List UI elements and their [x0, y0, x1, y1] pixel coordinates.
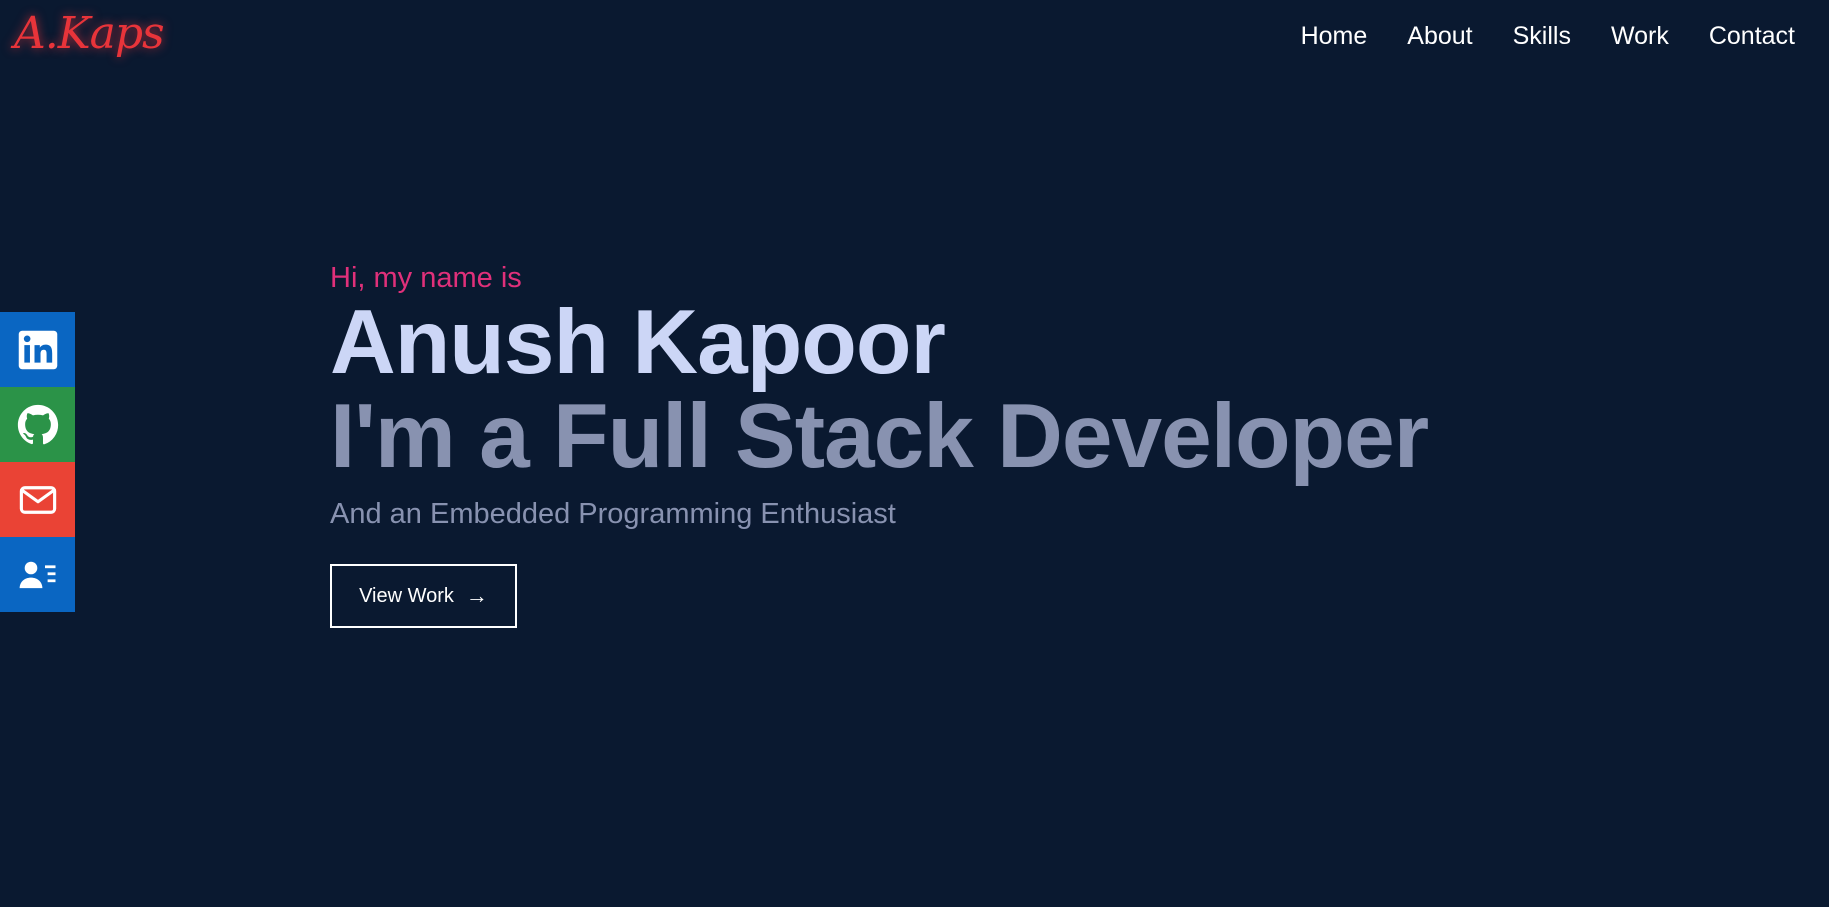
github-icon	[17, 404, 58, 444]
nav-home[interactable]: Home	[1301, 18, 1368, 54]
linkedin-icon	[18, 330, 57, 369]
view-work-button[interactable]: View Work →	[330, 564, 517, 628]
nav-contact[interactable]: Contact	[1709, 18, 1795, 54]
nav-about[interactable]: About	[1407, 18, 1472, 54]
contact-card-icon	[19, 561, 55, 588]
nav-skills[interactable]: Skills	[1513, 18, 1571, 54]
hero-role: I'm a Full Stack Developer	[330, 386, 1429, 487]
nav-work[interactable]: Work	[1611, 18, 1669, 54]
main-nav: Home About Skills Work Contact	[1301, 18, 1795, 54]
site-logo[interactable]: A.Kaps	[14, 4, 165, 64]
github-link[interactable]	[0, 387, 75, 462]
mail-icon	[19, 485, 56, 514]
social-sidebar	[0, 312, 75, 612]
view-work-label: View Work	[359, 584, 454, 607]
hero-subtitle: And an Embedded Programming Enthusiast	[330, 498, 896, 530]
email-link[interactable]	[0, 462, 75, 537]
arrow-right-icon: →	[465, 583, 488, 608]
hero-section: Hi, my name is Anush Kapoor I'm a Full S…	[330, 258, 1429, 628]
page: A.Kaps Home About Skills Work Contact Hi…	[0, 0, 1829, 907]
resume-link[interactable]	[0, 537, 75, 612]
linkedin-link[interactable]	[0, 312, 75, 387]
hero-name: Anush Kapoor	[330, 292, 946, 393]
